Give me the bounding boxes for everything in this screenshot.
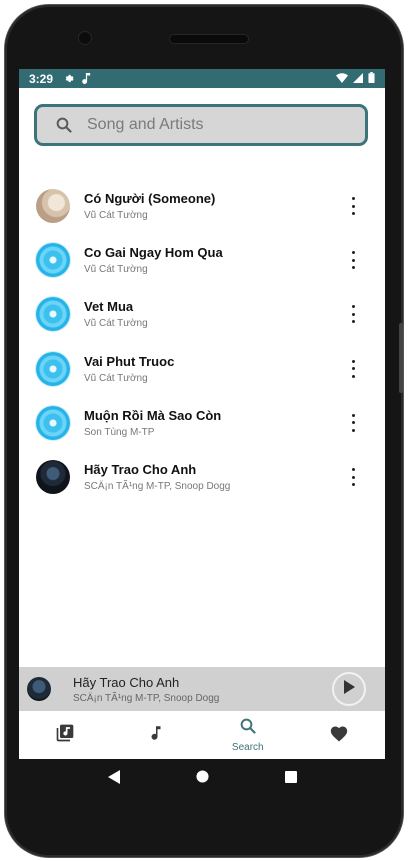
nav-search-label: Search [231, 742, 264, 753]
song-title: Hãy Trao Cho Anh [84, 462, 197, 478]
nav-music[interactable] [111, 711, 203, 759]
disc-icon [36, 351, 70, 386]
song-artist: Son Tùng M-TP [84, 426, 155, 438]
nav-favorites[interactable] [294, 711, 386, 759]
nav-search[interactable]: Search [202, 711, 294, 759]
song-title: Có Người (Someone) [84, 191, 216, 207]
album-art [36, 189, 70, 224]
home-icon[interactable] [195, 770, 209, 788]
now-playing-title: Hãy Trao Cho Anh [73, 675, 180, 690]
library-icon [55, 723, 75, 748]
song-item[interactable]: Vet Mua Vũ Cát Tường [19, 287, 385, 341]
song-title: Muộn Rồi Mà Sao Còn [84, 407, 222, 423]
play-icon [343, 679, 355, 699]
play-button[interactable] [332, 672, 366, 706]
status-bar: 3:29 [19, 69, 385, 88]
search-input[interactable] [85, 115, 329, 135]
song-artist: Vũ Cát Tường [84, 318, 148, 330]
more-vert-icon[interactable] [347, 359, 359, 378]
search-icon [55, 116, 73, 134]
settings-icon [63, 73, 74, 84]
more-vert-icon[interactable] [347, 413, 359, 432]
song-item[interactable]: Muộn Rồi Mà Sao Còn Son Tùng M-TP [19, 396, 385, 450]
song-item[interactable]: Vai Phut Truoc Vũ Cát Tường [19, 342, 385, 396]
song-artist: Vũ Cát Tường [84, 264, 148, 276]
wifi-icon [336, 72, 348, 86]
disc-icon [36, 297, 70, 332]
battery-icon [368, 71, 375, 86]
earpiece-speaker [170, 35, 248, 43]
mini-player[interactable]: Hãy Trao Cho Anh SCÄ¡n TÃ¹ng M-TP, Snoop… [19, 667, 385, 711]
front-camera [79, 32, 91, 44]
bottom-navigation: Search [19, 711, 385, 759]
disc-icon [36, 405, 70, 440]
music-note-icon [147, 723, 165, 748]
song-artist: Vũ Cát Tường [84, 372, 148, 384]
song-list: Có Người (Someone) Vũ Cát Tường Co Gai N… [19, 179, 385, 504]
song-title: Co Gai Ngay Hom Qua [84, 245, 223, 261]
status-time: 3:29 [29, 71, 54, 86]
now-playing-art [27, 677, 51, 701]
song-title: Vet Mua [84, 299, 134, 315]
music-note-icon [82, 73, 91, 84]
system-navigation-bar [19, 759, 385, 799]
song-title: Vai Phut Truoc [84, 353, 175, 369]
song-artist: SCÄ¡n TÃ¹ng M-TP, Snoop Dogg [84, 481, 231, 493]
now-playing-artist: SCÄ¡n TÃ¹ng M-TP, Snoop Dogg [73, 693, 220, 704]
album-art [36, 460, 70, 495]
side-button [399, 323, 403, 393]
more-vert-icon[interactable] [347, 251, 359, 270]
back-icon[interactable] [107, 769, 120, 789]
more-vert-icon[interactable] [347, 305, 359, 324]
heart-icon [329, 724, 349, 747]
disc-icon [36, 243, 70, 278]
search-icon [239, 717, 257, 740]
song-item[interactable]: Hãy Trao Cho Anh SCÄ¡n TÃ¹ng M-TP, Snoop… [19, 450, 385, 504]
song-artist: Vũ Cát Tường [84, 210, 148, 222]
song-item[interactable]: Có Người (Someone) Vũ Cát Tường [19, 179, 385, 233]
search-bar[interactable] [34, 104, 368, 146]
signal-icon [353, 72, 363, 86]
song-item[interactable]: Co Gai Ngay Hom Qua Vũ Cát Tường [19, 233, 385, 287]
more-vert-icon[interactable] [347, 468, 359, 487]
recents-icon[interactable] [284, 770, 297, 788]
nav-library[interactable] [19, 711, 111, 759]
more-vert-icon[interactable] [347, 197, 359, 216]
app-screen: 3:29 Có Người (Someone) [19, 69, 385, 759]
